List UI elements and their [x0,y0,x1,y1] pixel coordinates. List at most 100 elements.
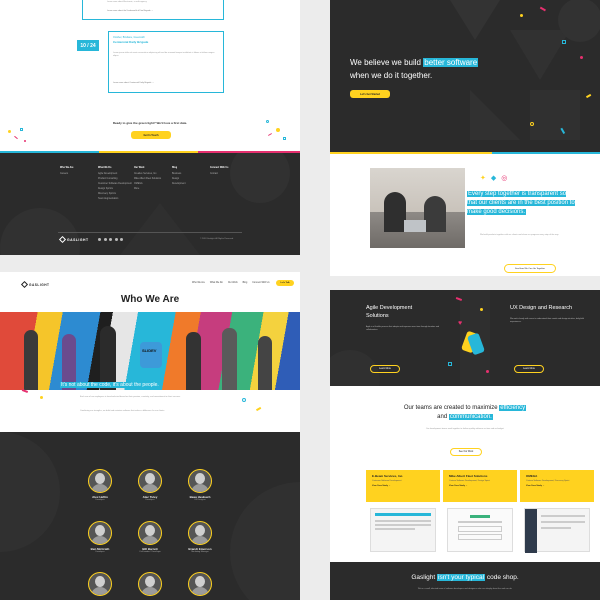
footer-heading[interactable]: What We Do [98,167,132,169]
confetti-shape [255,406,262,411]
twitter-icon[interactable] [103,238,107,241]
hero-highlight: better software [423,58,479,67]
card-screenshot [447,508,513,552]
left-top-page: Learn more about Electromic, a multi-age… [0,0,300,255]
team-member[interactable]: Ben McGrath Developer [88,521,112,553]
footer-link[interactable]: OMEGA [134,183,161,185]
maximize-highlight-1: efficiency [499,405,527,411]
avatar [88,469,112,493]
prev-item-link[interactable]: Learn more about Electromic, a multi-age… [107,1,147,4]
page-title: Who We Are [120,294,180,305]
footer-link[interactable]: Agile Development [98,173,132,175]
card-screenshot [370,508,436,552]
footer-copyright: © 2018 Gaslight. All Rights Reserved. [200,238,234,240]
confetti-shape [520,14,523,17]
footer-col-work: Our Work Creative Services, Inc. Mike Al… [134,167,161,193]
footer-link[interactable]: Development [172,183,186,185]
avatar[interactable] [88,572,112,596]
person-figure [100,326,116,390]
site-logo[interactable]: GASLIGHT [20,280,49,289]
gaslight-logo-icon [20,280,29,289]
member-role: Developer [95,551,105,553]
team-member[interactable]: Beau Heubach UX Designer [188,469,212,501]
screenshot-line [375,528,415,530]
card-screenshot [524,508,590,553]
confetti-shape [8,130,11,133]
case-study-card[interactable]: Mike Albert Fleet Solutions Custom Softw… [443,470,517,552]
item-link2[interactable]: Learn more about Centennial Daily Brigad… [113,82,154,85]
card-link[interactable]: View Case Study → [526,485,545,487]
screenshot-line [541,515,585,517]
footer-link[interactable]: Customer Software Development [98,183,132,185]
team-member[interactable]: Bill Barrett Co-Founder / Developer [138,521,162,553]
confetti-shape [562,40,566,44]
code-shop-section: Gaslight isn't your typical code shop. W… [330,562,600,600]
jersey: SLIDEV [140,342,162,368]
together-button[interactable]: See How We Can Go Together [504,264,556,273]
maximize-button[interactable]: See Our Work [450,448,482,456]
footer-heading[interactable]: Our Work [134,167,161,169]
linkedin-icon[interactable] [109,238,112,241]
who-we-are-page: GASLIGHT Who We Are What We Do Our Work … [0,272,300,600]
team-member[interactable]: Brandi Emerson Marketing Manager [188,521,212,553]
team-member[interactable]: Alex Heftin Developer [88,469,112,501]
card-subtitle: Custom Software Development, Design Spri… [449,480,490,482]
card-link[interactable]: View Case Study → [372,485,391,487]
avatar[interactable] [188,572,212,596]
nav-our-work[interactable]: Our Work [228,282,238,284]
footer-heading[interactable]: Blog [172,167,186,169]
member-role: Marketing Manager [191,551,209,553]
screenshot-field [458,526,502,532]
confetti-shape [530,122,534,126]
nav-cta-button[interactable]: Let's Talk [276,280,294,286]
footer-link[interactable]: Contact [210,173,228,175]
maximize-highlight-2: communication. [448,414,493,420]
footer-link[interactable]: Creative Services, Inc. [134,173,161,175]
footer-col-blog: Blog Business Design Development [172,167,186,188]
github-icon[interactable] [114,238,118,241]
case-study-card[interactable]: E-Beam Services, Inc. Customer Software … [366,470,440,552]
icon-row: ✦ ◆ ◎ [480,174,507,182]
instagram-icon[interactable] [120,238,123,241]
agile-button[interactable]: Learn More [370,365,400,373]
footer-logo[interactable]: GASLIGHT [58,235,89,244]
member-role: UX Designer [194,499,206,501]
team-member[interactable]: Alec Tuley Developer [138,469,162,501]
footer-link[interactable]: Team Augmentation [98,198,132,200]
footer-link[interactable]: Discovery Sprints [98,193,132,195]
target-icon: ◎ [501,175,508,182]
footer-link[interactable]: Careers [60,173,73,175]
nav-what-we-do[interactable]: What We Do [210,282,223,284]
cta-button[interactable]: Get In Touch [131,131,171,139]
footer-link[interactable]: Product Consulting [98,178,132,180]
avatar[interactable] [138,572,162,596]
confetti-shape [24,140,26,142]
footer-link[interactable]: Business [172,173,186,175]
maximize-title: Our teams are created to maximize effici… [330,404,600,422]
footer-link[interactable]: Mike Albert Fleet Solutions [134,178,161,180]
confetti-shape [20,128,23,131]
card-title: E-Beam Services, Inc. [372,474,404,478]
card-link[interactable]: View Case Study → [449,485,468,487]
footer-link[interactable]: More [134,188,161,190]
person-figure [24,330,38,390]
services-section: Agile Development Solutions Agile is a f… [330,290,600,386]
screenshot-sidebar [525,509,537,553]
footer-heading[interactable]: Who We Are [60,167,73,169]
nav-connect[interactable]: Connect With Us [252,282,269,284]
hero-cta-button[interactable]: Let's Get Started [350,90,390,98]
shapes-icon: ◆ [490,175,497,182]
avatar [188,521,212,545]
footer-link[interactable]: Design [172,178,186,180]
footer-heading[interactable]: Connect With Us [210,167,228,169]
facebook-icon[interactable] [98,238,101,241]
nav-blog[interactable]: Blog [243,282,248,284]
gaslight-logo-icon [58,235,67,244]
footer-link[interactable]: Design Sprints [98,188,132,190]
footer-col-what: What We Do Agile Development Product Con… [98,167,132,203]
item-link[interactable]: Learn more about the Underworld of Fire … [107,10,153,13]
nav-who-we-are[interactable]: Who We Are [192,282,205,284]
ux-button[interactable]: Learn More [514,365,544,373]
timeline-date-badge: 10 / 24 [77,40,99,51]
case-study-card[interactable]: OMEGA Custom Software Development, Disco… [520,470,594,553]
